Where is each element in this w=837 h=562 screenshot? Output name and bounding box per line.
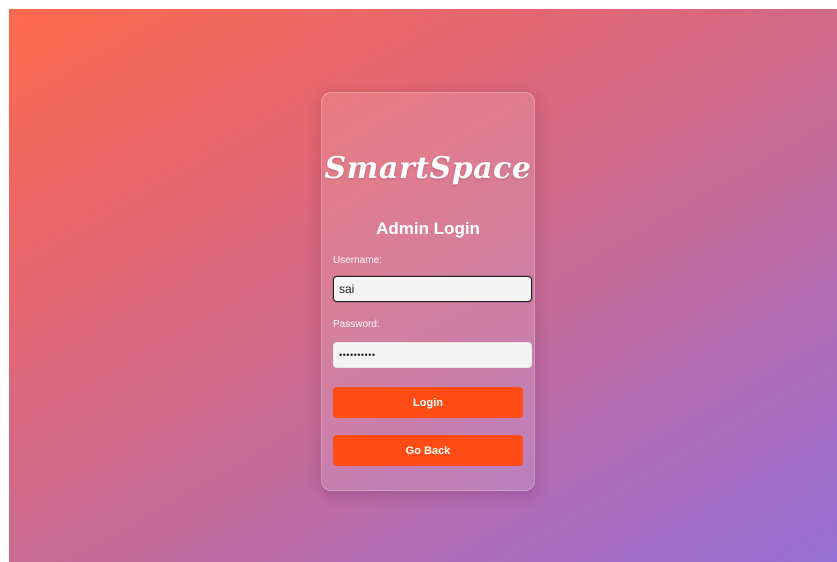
page-title: Admin Login bbox=[376, 219, 480, 238]
password-input[interactable] bbox=[333, 342, 532, 368]
login-card: SmartSpace Admin Login Username: Passwor… bbox=[321, 92, 535, 491]
go-back-button[interactable]: Go Back bbox=[333, 435, 523, 466]
password-label: Password: bbox=[333, 319, 380, 330]
login-button[interactable]: Login bbox=[333, 387, 523, 418]
smartspace-logo: SmartSpace bbox=[324, 151, 532, 186]
username-input[interactable] bbox=[333, 276, 532, 302]
page-background: SmartSpace Admin Login Username: Passwor… bbox=[9, 9, 837, 562]
username-label: Username: bbox=[333, 255, 382, 266]
